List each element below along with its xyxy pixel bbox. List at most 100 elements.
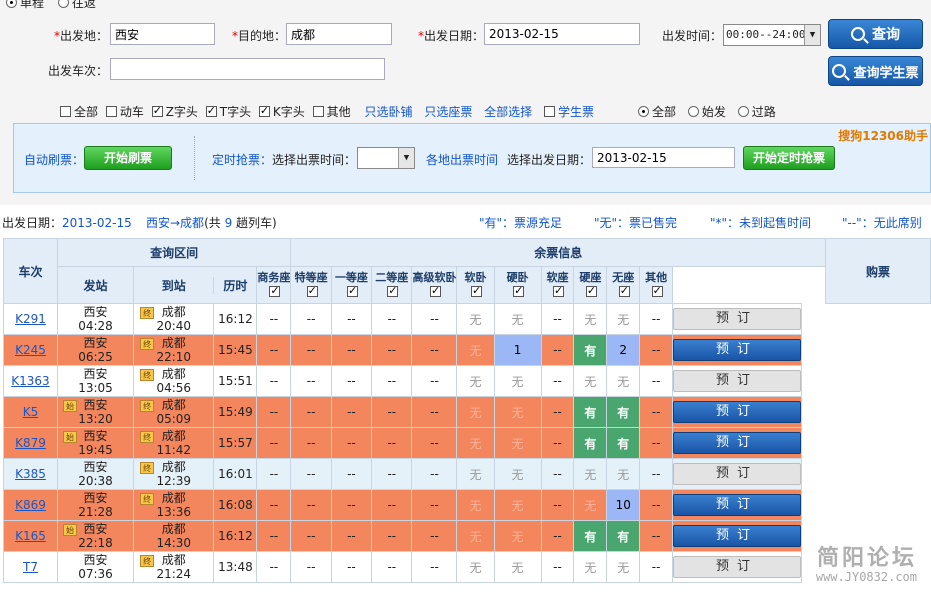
filter-emu[interactable]: 动车 (105, 105, 144, 119)
terminal-badge-icon: 终 (140, 462, 155, 474)
seat-availability: 无 (606, 365, 641, 397)
seat-type-checkbox[interactable] (429, 284, 441, 297)
train-row: K245 西安 06:25 终成都 22:10 15:45 -- -- -- -- -- 无 1 -- 有 2… (3, 334, 931, 366)
header-seat-type: 高级软卧 (411, 266, 458, 304)
student-filter[interactable]: 学生票 (544, 105, 594, 119)
seat-availability: 无 (456, 427, 495, 459)
round-trip-radio[interactable] (57, 0, 69, 8)
checkbox[interactable] (258, 104, 270, 117)
station-all-radio[interactable]: 全部 (638, 105, 676, 119)
departure-station: 始西安 19:45 (56, 427, 135, 459)
seat-type-checkbox[interactable] (585, 284, 597, 297)
seat-availability: -- (330, 458, 373, 490)
origin-badge-icon: 始 (62, 400, 77, 412)
sleeper-only-link[interactable]: 只选卧铺 (364, 105, 412, 119)
book-button[interactable]: 预订 (673, 370, 801, 392)
arrival-station: 终成都 05:09 15:49 (133, 396, 258, 428)
train-number-link[interactable]: K869 (3, 489, 58, 521)
departure-station: 始西安 22:18 (56, 520, 135, 552)
seat-type-checkbox[interactable] (346, 284, 358, 297)
seat-type-checkbox[interactable] (269, 284, 281, 297)
seat-type-checkbox[interactable] (618, 284, 630, 297)
query-button[interactable]: 查询 (828, 19, 923, 49)
seat-type-checkbox[interactable] (513, 284, 525, 297)
train-number-link[interactable]: K291 (3, 303, 58, 335)
train-number-link[interactable]: K165 (3, 520, 58, 552)
seat-type-checkbox[interactable] (553, 284, 564, 297)
train-number-input[interactable] (110, 58, 385, 80)
train-number-link[interactable]: K1363 (3, 365, 58, 397)
header-seat-type: 其他 (639, 266, 674, 304)
seat-availability: 无 (456, 365, 495, 397)
checkbox[interactable] (105, 106, 117, 117)
seat-availability: -- (330, 365, 373, 397)
train-number-link[interactable]: K245 (3, 334, 58, 366)
checkbox[interactable] (544, 106, 555, 117)
seat-type-checkbox[interactable] (306, 284, 318, 297)
station-origin-radio[interactable]: 始发 (687, 105, 726, 119)
terminal-badge-icon: 终 (140, 400, 155, 412)
seat-availability: 有 (606, 520, 641, 552)
book-button[interactable]: 预订 (673, 494, 801, 516)
to-station-input[interactable] (286, 23, 392, 45)
book-button[interactable]: 预订 (673, 432, 801, 454)
book-button[interactable]: 预订 (673, 463, 801, 485)
seat-availability: 无 (573, 489, 608, 521)
seat-availability: -- (639, 458, 674, 490)
book-button[interactable]: 预订 (673, 401, 801, 423)
filter-k[interactable]: K字头 (258, 104, 305, 119)
seat-availability: -- (290, 551, 332, 583)
from-station-input[interactable] (110, 23, 215, 45)
departure-date-input[interactable] (484, 23, 640, 45)
seat-availability: 无 (493, 396, 542, 428)
ticket-time-select[interactable]: ▼ (357, 147, 415, 169)
filter-z[interactable]: Z字头 (151, 104, 198, 119)
seat-availability: 无 (606, 303, 641, 335)
header-buy: 购票 (825, 238, 931, 304)
time-label: 出发时间： (662, 29, 723, 43)
legend-not-on-sale: "*"：未到起售时间 (710, 216, 812, 230)
checkbox[interactable] (60, 106, 71, 117)
seat-availability: 有 (606, 396, 641, 428)
seat-availability: -- (411, 458, 458, 490)
train-number-link[interactable]: K385 (3, 458, 58, 490)
book-button[interactable]: 预订 (673, 525, 801, 547)
train-number-link[interactable]: T7 (3, 551, 58, 583)
seat-only-link[interactable]: 只选座票 (424, 105, 472, 119)
checkbox[interactable] (151, 104, 163, 117)
book-button[interactable]: 预订 (673, 308, 801, 330)
checkbox[interactable] (312, 106, 324, 117)
checkbox[interactable] (205, 104, 217, 117)
book-button[interactable]: 预订 (673, 556, 801, 578)
seat-availability: -- (540, 365, 575, 397)
seat-availability: -- (639, 489, 674, 521)
seat-availability: -- (411, 520, 458, 552)
seat-type-checkbox[interactable] (387, 284, 399, 297)
seat-type-checkbox[interactable] (471, 284, 482, 297)
book-button[interactable]: 预订 (673, 339, 801, 361)
timed-date-input[interactable] (592, 147, 735, 168)
train-number-link[interactable]: K879 (3, 427, 58, 459)
seat-type-checkbox[interactable] (651, 284, 663, 297)
duration: 16:12 (213, 521, 255, 551)
seat-availability: -- (371, 303, 413, 335)
student-query-button[interactable]: 查询学生票 (828, 56, 923, 86)
search-icon (851, 27, 865, 41)
select-all-link[interactable]: 全部选择 (484, 105, 532, 119)
departure-time-select[interactable]: 00:00--24:00 ▼ (723, 24, 821, 46)
filter-other[interactable]: 其他 (312, 105, 351, 119)
arrival-station: 终成都 13:36 16:08 (133, 489, 258, 521)
start-timed-grab-button[interactable]: 开始定时抢票 (743, 146, 835, 170)
train-number-link[interactable]: K5 (3, 396, 58, 428)
single-trip-radio[interactable] (6, 0, 17, 8)
arrival-station: 成都 14:30 16:12 (133, 520, 258, 552)
start-refresh-button[interactable]: 开始刷票 (84, 146, 172, 170)
release-times-link[interactable]: 各地出票时间 (426, 151, 498, 168)
seat-availability: -- (290, 396, 332, 428)
filter-all[interactable]: 全部 (60, 105, 98, 119)
seat-availability: -- (540, 396, 575, 428)
filter-t[interactable]: T字头 (205, 104, 251, 119)
station-passing-radio[interactable]: 过路 (737, 105, 776, 119)
seat-availability: 无 (456, 303, 495, 335)
seat-availability: -- (639, 551, 674, 583)
